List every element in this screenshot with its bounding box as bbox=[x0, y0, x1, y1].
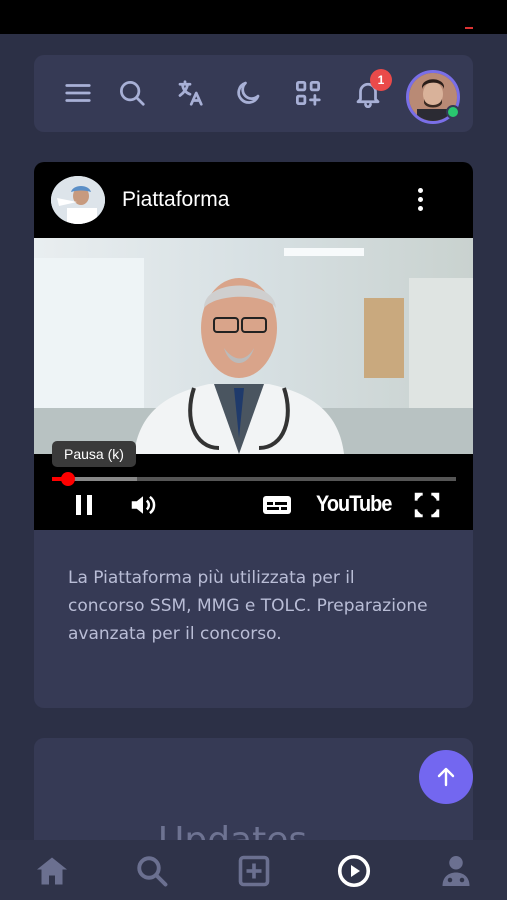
platform-description: La Piattaforma più utilizzata per il con… bbox=[68, 568, 428, 644]
video-frame[interactable] bbox=[34, 238, 473, 454]
status-indicator bbox=[465, 27, 473, 29]
status-bar bbox=[0, 0, 507, 34]
menu-icon[interactable] bbox=[60, 75, 96, 111]
fullscreen-button[interactable] bbox=[412, 490, 442, 520]
apps-add-icon[interactable] bbox=[290, 75, 326, 111]
search-icon[interactable] bbox=[114, 75, 150, 111]
bottom-navigation bbox=[0, 840, 507, 900]
notification-badge: 1 bbox=[370, 69, 392, 91]
video-channel-title[interactable]: Piattaforma bbox=[122, 188, 229, 212]
video-progress-bar[interactable] bbox=[52, 472, 456, 486]
search-nav-icon[interactable] bbox=[130, 852, 174, 890]
volume-button[interactable] bbox=[126, 490, 160, 520]
youtube-logo[interactable]: YouTube bbox=[316, 491, 392, 517]
video-card: Piattaforma Pausa (k) YouTube La Piattaf… bbox=[34, 162, 473, 708]
pause-tooltip: Pausa (k) bbox=[52, 441, 136, 467]
doctor-icon[interactable] bbox=[434, 852, 478, 890]
top-navbar: 1 bbox=[34, 55, 473, 132]
video-header: Piattaforma bbox=[34, 162, 473, 238]
arrow-up-icon bbox=[437, 767, 455, 787]
home-icon[interactable] bbox=[30, 852, 74, 890]
add-box-icon[interactable] bbox=[232, 852, 276, 890]
more-options-icon[interactable] bbox=[414, 188, 426, 214]
youtube-player[interactable]: Piattaforma Pausa (k) YouTube bbox=[34, 162, 473, 530]
play-circle-icon[interactable] bbox=[332, 852, 376, 890]
pause-button[interactable] bbox=[70, 490, 98, 520]
subtitles-button[interactable] bbox=[260, 490, 294, 520]
moon-icon[interactable] bbox=[230, 75, 266, 111]
online-status-dot bbox=[446, 105, 460, 119]
progress-scrubber[interactable] bbox=[61, 472, 76, 486]
channel-avatar[interactable] bbox=[51, 176, 105, 224]
translate-icon[interactable] bbox=[172, 75, 208, 111]
scroll-to-top-button[interactable] bbox=[419, 750, 473, 804]
